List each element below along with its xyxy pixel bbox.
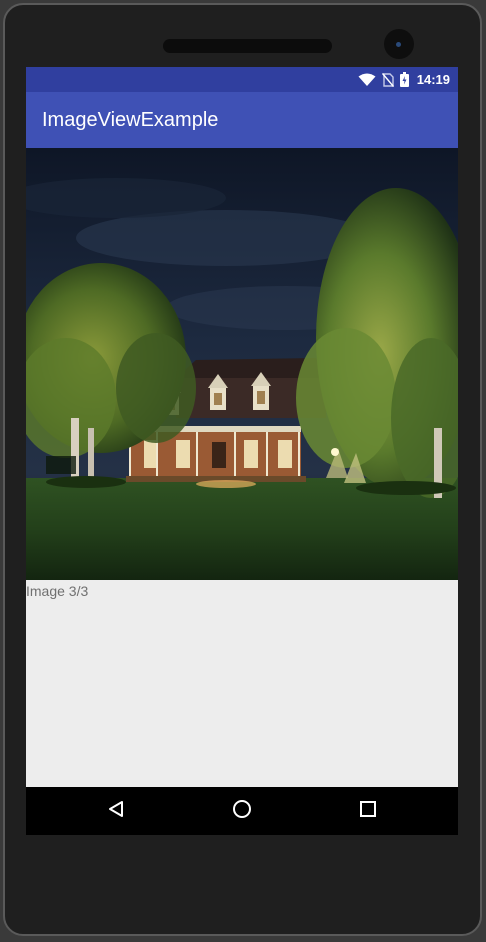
recents-icon (359, 800, 377, 822)
app-toolbar: ImageViewExample (26, 92, 458, 148)
home-button[interactable] (212, 787, 272, 835)
speaker-grille (163, 39, 332, 53)
back-button[interactable] (86, 787, 146, 835)
status-time: 14:19 (416, 72, 450, 87)
app-title: ImageViewExample (42, 108, 219, 131)
no-sim-icon (381, 72, 394, 87)
house-night-photo[interactable] (26, 148, 458, 580)
image-counter-text: Image 3/3 (26, 583, 89, 599)
status-bar: 14:19 (26, 67, 458, 92)
recents-button[interactable] (338, 787, 398, 835)
phone-screen: 14:19 ImageViewExample Image 3/3 (26, 67, 458, 835)
home-icon (232, 799, 252, 823)
navigation-bar (26, 787, 458, 835)
battery-charging-icon (399, 72, 409, 87)
wifi-icon (358, 73, 376, 87)
front-camera (384, 29, 414, 59)
back-icon (107, 800, 125, 822)
